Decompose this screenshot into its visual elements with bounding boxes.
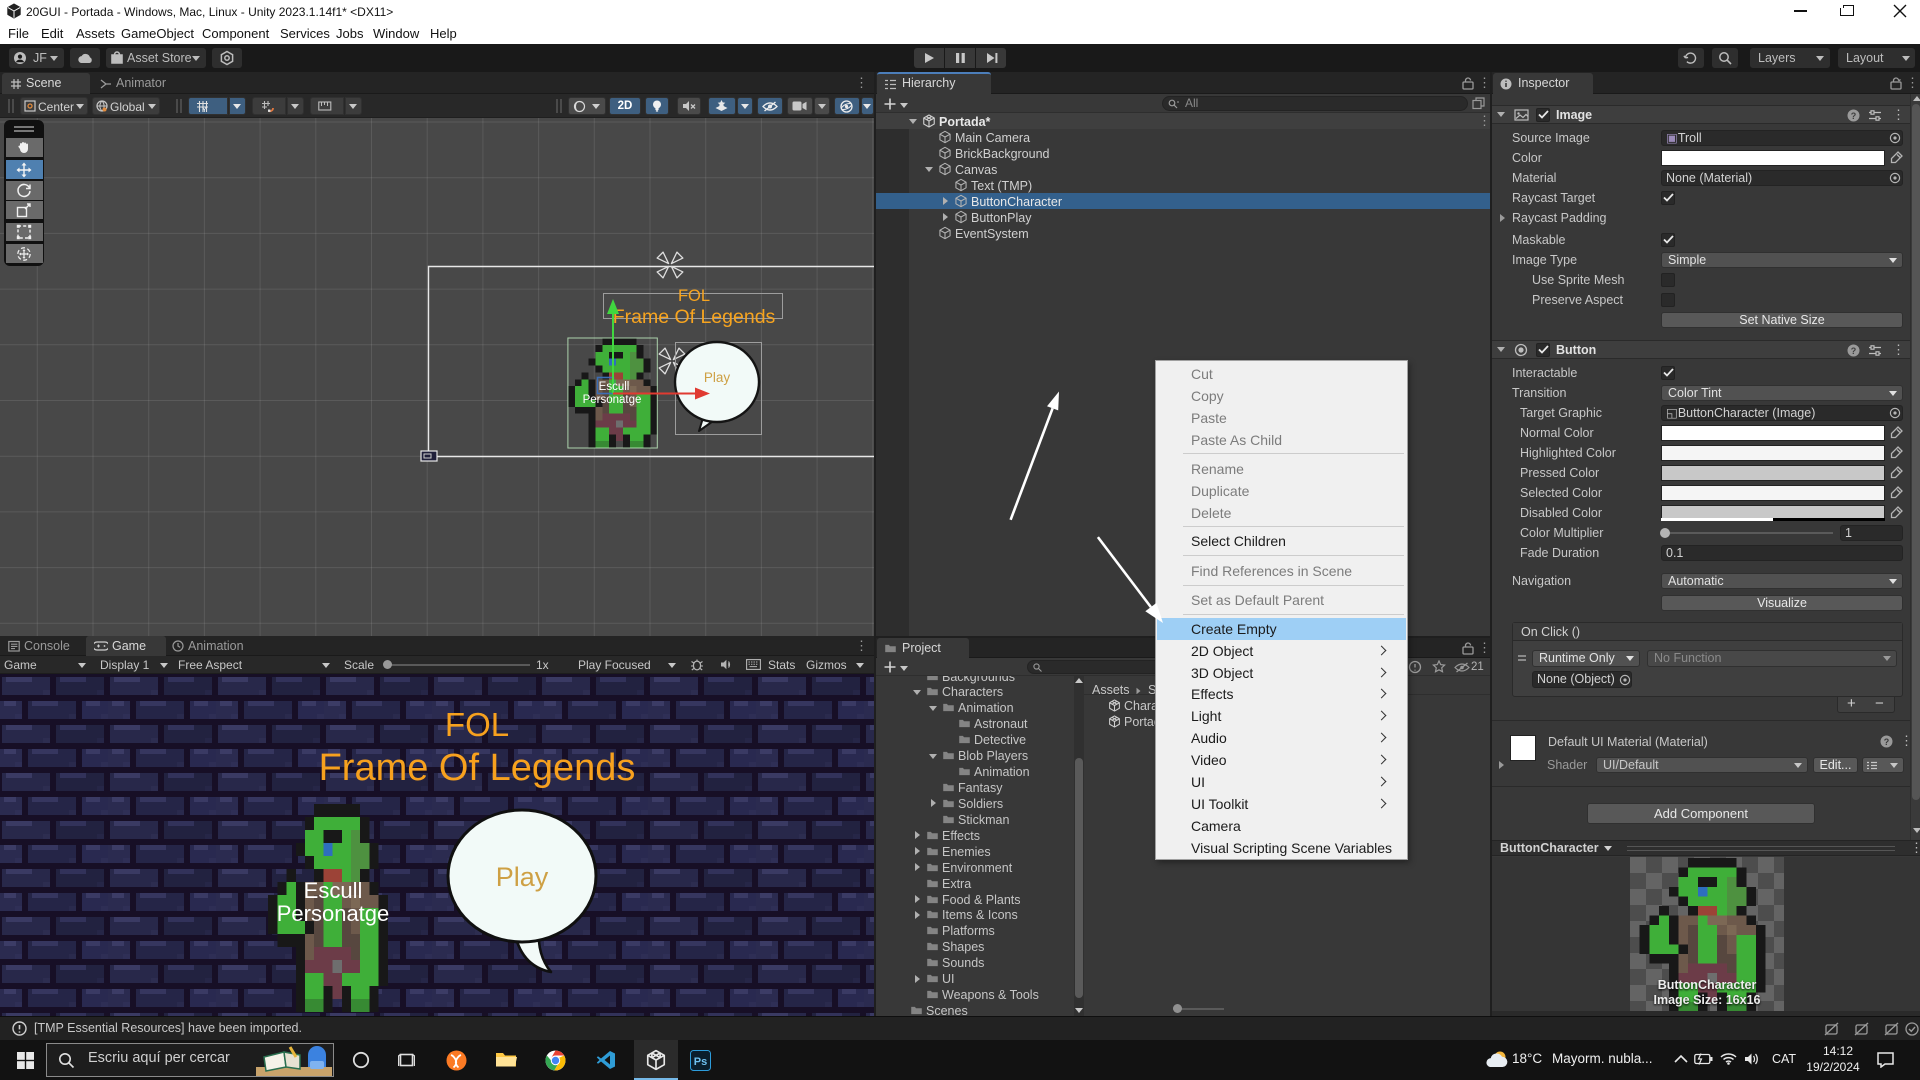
- svg-text:Escull: Escull: [599, 381, 630, 393]
- svg-text:Escull: Escull: [304, 878, 363, 903]
- svg-text:FOL: FOL: [678, 287, 710, 305]
- svg-text:Y: Y: [202, 107, 207, 113]
- svg-text:Frame Of Legends: Frame Of Legends: [319, 747, 636, 789]
- svg-text:Ps: Ps: [694, 1056, 707, 1068]
- svg-text:Personatge: Personatge: [583, 394, 642, 406]
- svg-text:Play: Play: [704, 370, 731, 385]
- svg-text:Play: Play: [496, 862, 549, 892]
- svg-text:Frame Of Legends: Frame Of Legends: [613, 306, 776, 328]
- svg-text:?: ?: [1884, 737, 1890, 747]
- svg-text:FOL: FOL: [445, 706, 509, 743]
- svg-text:Personatge: Personatge: [277, 901, 390, 926]
- svg-text:?: ?: [1851, 111, 1857, 121]
- svg-text:?: ?: [1851, 346, 1857, 356]
